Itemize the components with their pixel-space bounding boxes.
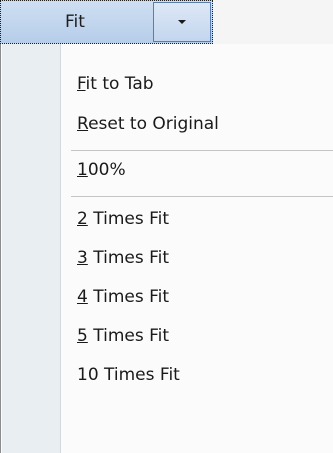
menu-item-label: it to Tab [85, 74, 154, 94]
toolbar-background [213, 0, 333, 44]
fit-dropdown-menu: Fit to Tab Reset to Original 100% 2 Time… [0, 44, 333, 453]
mnemonic-char: 3 [77, 248, 88, 268]
menu-item-10-times-fit[interactable]: 10 Times Fit [77, 358, 180, 392]
mnemonic-char: 2 [77, 209, 88, 229]
menu-item-reset-to-original[interactable]: Reset to Original [77, 107, 219, 141]
fit-button[interactable]: Fit [1, 1, 152, 43]
menu-icon-gutter [2, 44, 61, 453]
mnemonic-char: 5 [77, 326, 88, 346]
chevron-down-icon [178, 20, 186, 24]
menu-item-label: Times Fit [87, 209, 170, 229]
menu-item-label: Times Fit [87, 326, 170, 346]
fit-split-button[interactable]: Fit [0, 0, 213, 44]
mnemonic-char: R [77, 114, 89, 134]
menu-item-100-percent[interactable]: 100% [77, 153, 126, 187]
fit-button-label: Fit [65, 12, 85, 32]
menu-item-label: Times Fit [87, 287, 170, 307]
menu-item-label: Times Fit [87, 248, 170, 268]
menu-item-3-times-fit[interactable]: 3 Times Fit [77, 241, 169, 275]
menu-item-label: 10 Times Fit [77, 365, 180, 385]
menu-item-label: 00% [87, 160, 126, 180]
menu-item-label: eset to Original [88, 114, 219, 134]
menu-item-5-times-fit[interactable]: 5 Times Fit [77, 319, 169, 353]
menu-separator [71, 150, 333, 151]
zoom-fit-control: Fit Fit to Tab Reset to Original 100% 2 … [0, 0, 333, 453]
fit-dropdown-arrow[interactable] [153, 2, 211, 42]
menu-item-4-times-fit[interactable]: 4 Times Fit [77, 280, 169, 314]
mnemonic-char: 1 [77, 160, 88, 180]
mnemonic-char: F [77, 74, 86, 94]
menu-separator [71, 196, 333, 197]
menu-item-fit-to-tab[interactable]: Fit to Tab [77, 67, 154, 101]
mnemonic-char: 4 [77, 287, 88, 307]
menu-item-2-times-fit[interactable]: 2 Times Fit [77, 202, 169, 236]
